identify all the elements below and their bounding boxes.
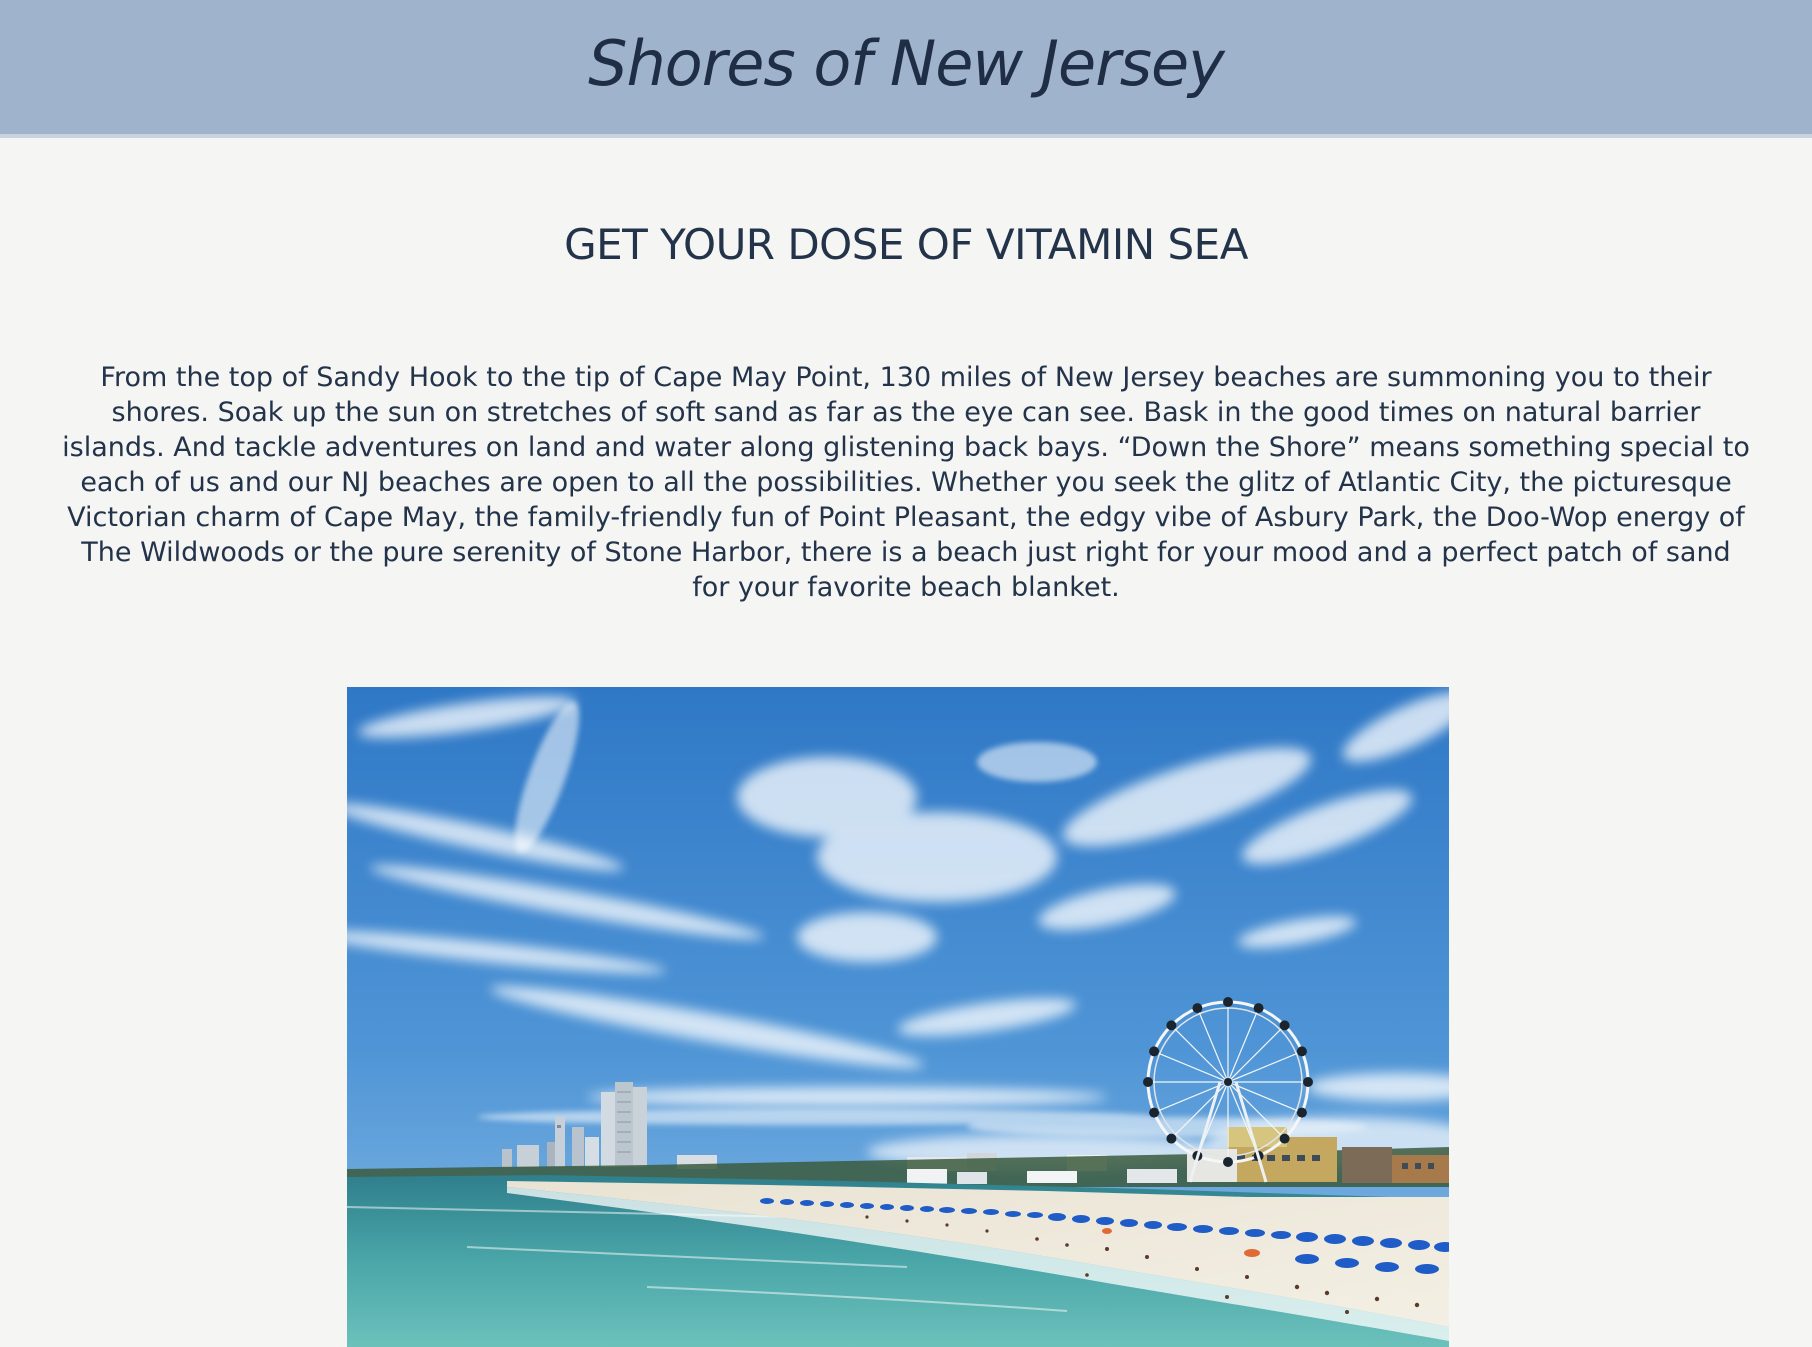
intro-paragraph: From the top of Sandy Hook to the tip of…	[62, 362, 1750, 604]
site-title: Shores of New Jersey	[588, 26, 1225, 100]
beach-photo-illustration	[347, 687, 1449, 1347]
page-headline: GET YOUR DOSE OF VITAMIN SEA	[564, 220, 1248, 269]
site-header: Shores of New Jersey	[0, 0, 1812, 138]
main-content: GET YOUR DOSE OF VITAMIN SEA From the to…	[0, 220, 1812, 1347]
beach-photo	[347, 687, 1449, 1347]
